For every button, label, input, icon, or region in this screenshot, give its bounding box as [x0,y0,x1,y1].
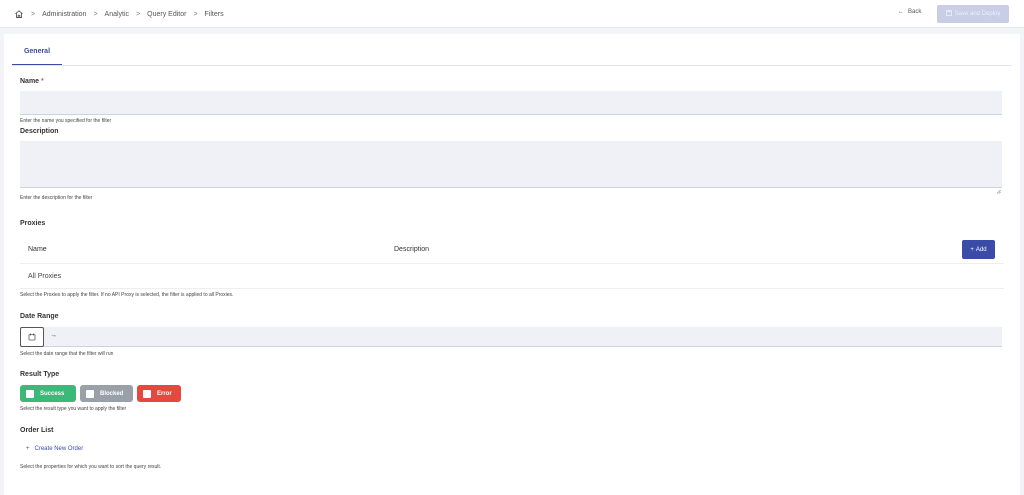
breadcrumb: > Administration > Analytic > Query Edit… [14,9,224,19]
save-and-deploy-label: Save and Deploy [954,11,1001,17]
breadcrumb-item-query-editor[interactable]: Query Editor [147,11,186,18]
add-label: Add [975,246,987,253]
breadcrumb-item-administration[interactable]: Administration [42,11,86,18]
checkbox-icon [86,389,94,398]
plus-icon: + [26,446,30,452]
success-label: Success [40,390,65,397]
breadcrumb-item-filters: Filters [204,10,224,18]
checkbox-icon [26,389,34,398]
order-list-label: Order List [20,427,54,434]
calendar-icon[interactable] [20,327,44,347]
top-bar: > Administration > Analytic > Query Edit… [0,0,1024,28]
chevron-right-icon: > [193,10,198,18]
name-input[interactable] [20,91,1002,115]
plus-icon: + [970,246,974,253]
column-header-description: Description [394,246,430,253]
back-label: Back [908,9,922,15]
result-type-success-toggle[interactable]: Success [20,385,76,402]
arrow-left-icon: ← [898,9,904,15]
result-type-hint: Select the result type you want to apply… [20,406,127,412]
proxy-name-cell: All Proxies [28,273,62,280]
chevron-right-icon: > [31,10,36,18]
date-range-picker[interactable]: → [20,327,1002,347]
checkbox-icon [143,389,151,398]
table-row[interactable]: All Proxies [20,264,1004,289]
chevron-right-icon: > [136,10,141,18]
error-label: Error [157,390,172,397]
resize-handle-icon[interactable] [996,181,1001,194]
name-label: Name * [20,78,44,85]
save-icon [945,10,952,18]
result-type-label: Result Type [20,371,60,378]
date-range-hint: Select the date range that the filter wi… [20,351,114,357]
proxies-table-header: Name Description [20,236,1004,264]
description-textarea[interactable] [20,141,1002,194]
tab-divider [12,65,1012,66]
name-hint: Enter the name you specified for the fil… [20,118,112,124]
home-icon[interactable] [14,9,24,19]
form-card: General Name * Enter the name you specif… [4,34,1020,495]
result-type-blocked-toggle[interactable]: Blocked [80,385,133,402]
blocked-label: Blocked [100,390,124,397]
add-proxy-button[interactable]: + Add [962,240,995,259]
create-new-order-label: Create New Order [34,446,84,452]
create-new-order-button[interactable]: + Create New Order [26,446,83,452]
proxies-label: Proxies [20,220,46,227]
breadcrumb-item-analytic[interactable]: Analytic [105,11,130,18]
save-and-deploy-button[interactable]: Save and Deploy [937,5,1009,23]
order-list-hint: Select the properties for which you want… [20,464,162,470]
arrow-right-icon: → [50,332,57,339]
date-range-label: Date Range [20,313,59,320]
tab-general[interactable]: General [12,46,62,66]
column-header-name: Name [28,246,47,253]
proxies-hint: Select the Proxies to apply the filter. … [20,292,234,298]
description-hint: Enter the description for the filter [20,195,93,201]
back-button[interactable]: ← Back [898,9,921,15]
description-label: Description [20,128,59,135]
chevron-right-icon: > [93,10,98,18]
result-type-error-toggle[interactable]: Error [137,385,181,402]
